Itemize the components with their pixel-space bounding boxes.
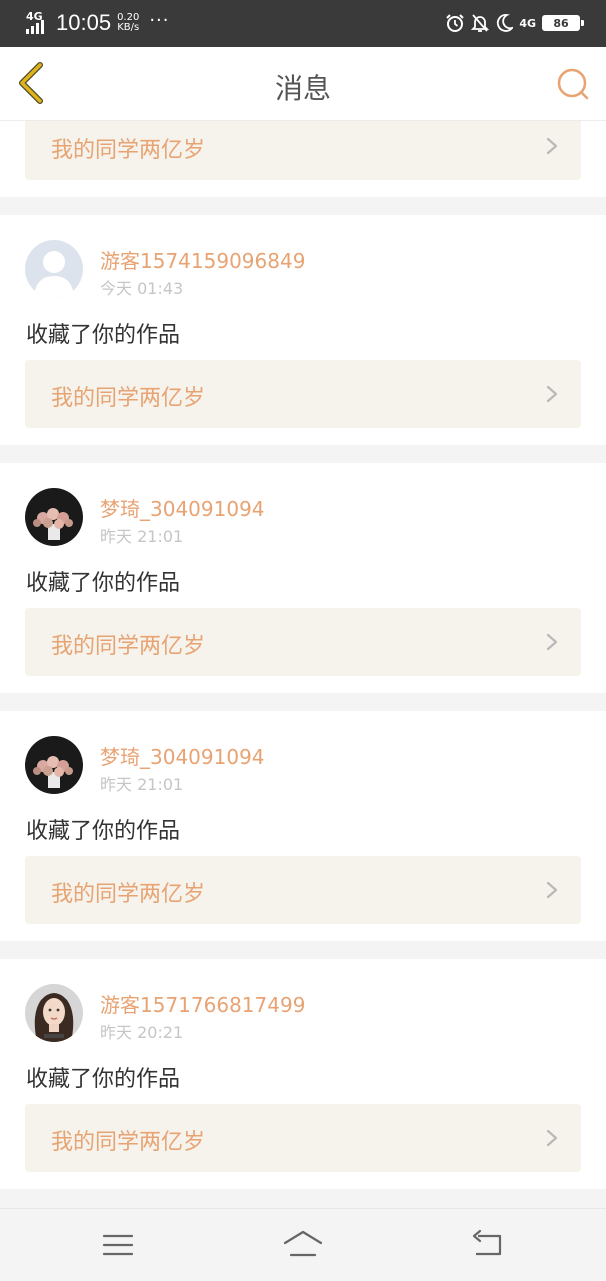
avatar[interactable]	[25, 736, 83, 794]
avatar[interactable]	[25, 240, 83, 298]
home-button[interactable]	[282, 1227, 323, 1263]
work-link[interactable]: 我的同学两亿岁	[25, 360, 581, 428]
page-title: 消息	[274, 72, 331, 105]
search-button[interactable]	[554, 65, 592, 103]
message-action: 收藏了你的作品	[26, 571, 181, 596]
work-link[interactable]: 我的同学两亿岁	[25, 608, 581, 676]
back-nav-button[interactable]	[468, 1227, 508, 1263]
message-action: 收藏了你的作品	[26, 323, 181, 348]
username[interactable]: 游客1571766817499	[100, 989, 305, 1018]
message-time: 昨天 21:01	[100, 527, 184, 546]
message-time: 昨天 21:01	[100, 775, 184, 794]
flowers-avatar	[25, 736, 83, 794]
message-card: 游客1571766817499 昨天 20:21 收藏了你的作品 我的同学两亿岁	[0, 959, 606, 1189]
message-card: 梦琦_304091094 昨天 21:01 收藏了你的作品 我的同学两亿岁	[0, 463, 606, 693]
moon-icon	[497, 14, 514, 32]
work-title: 我的同学两亿岁	[51, 1130, 206, 1155]
work-title: 我的同学两亿岁	[51, 882, 206, 907]
work-title: 我的同学两亿岁	[51, 634, 206, 659]
username[interactable]: 梦琦_304091094	[100, 493, 265, 522]
system-nav-bar	[0, 1208, 606, 1281]
status-left: 4G 10:05 0.20 KB/s ···	[26, 8, 170, 38]
chevron-right-icon	[546, 633, 558, 651]
message-card: 游客1574159096849 今天 01:43 收藏了你的作品 我的同学两亿岁	[0, 215, 606, 445]
status-bar: 4G 10:05 0.20 KB/s ··· 4G 86	[0, 0, 606, 47]
home-icon	[283, 1230, 323, 1257]
portrait-avatar	[25, 984, 83, 1042]
network-speed: 0.20 KB/s	[117, 13, 139, 33]
status-right: 4G 86	[445, 10, 584, 36]
work-link[interactable]: 我的同学两亿岁	[25, 1104, 581, 1172]
alarm-icon	[446, 14, 465, 32]
default-avatar-icon	[25, 240, 83, 298]
menu-button[interactable]	[98, 1227, 138, 1263]
work-link[interactable]: 我的同学两亿岁	[25, 856, 581, 924]
signal-icon: 4G	[26, 10, 52, 36]
flowers-avatar	[25, 488, 83, 546]
username[interactable]: 游客1574159096849	[100, 245, 305, 274]
mute-bell-icon	[471, 14, 490, 32]
message-card: 梦琦_304091094 昨天 21:01 收藏了你的作品 我的同学两亿岁	[0, 711, 606, 941]
work-title: 我的同学两亿岁	[51, 386, 206, 411]
avatar[interactable]	[25, 488, 83, 546]
network-type-right: 4G	[519, 16, 536, 30]
speed-unit: KB/s	[117, 22, 140, 33]
menu-icon	[102, 1234, 134, 1256]
header: 消息	[0, 47, 606, 121]
message-time: 今天 01:43	[100, 279, 184, 298]
status-time: 10:05	[56, 10, 112, 35]
message-card-partial: 我的同学两亿岁	[0, 121, 606, 197]
chevron-right-icon	[546, 137, 558, 155]
chevron-right-icon	[546, 385, 558, 403]
message-action: 收藏了你的作品	[26, 1067, 181, 1092]
battery-level: 86	[553, 16, 569, 30]
battery-icon: 86	[542, 15, 584, 31]
work-link[interactable]: 我的同学两亿岁	[25, 121, 581, 180]
more-notifications-icon: ···	[149, 9, 170, 31]
message-time: 昨天 20:21	[100, 1023, 184, 1042]
search-icon	[557, 68, 589, 100]
username[interactable]: 梦琦_304091094	[100, 741, 265, 770]
chevron-right-icon	[546, 881, 558, 899]
back-icon	[472, 1229, 502, 1256]
chevron-right-icon	[546, 1129, 558, 1147]
work-title: 我的同学两亿岁	[51, 138, 206, 163]
message-action: 收藏了你的作品	[26, 819, 181, 844]
avatar[interactable]	[25, 984, 83, 1042]
message-list[interactable]: 我的同学两亿岁 游客1574159096849 今天 01:43 收藏了你的作品…	[0, 121, 606, 1208]
